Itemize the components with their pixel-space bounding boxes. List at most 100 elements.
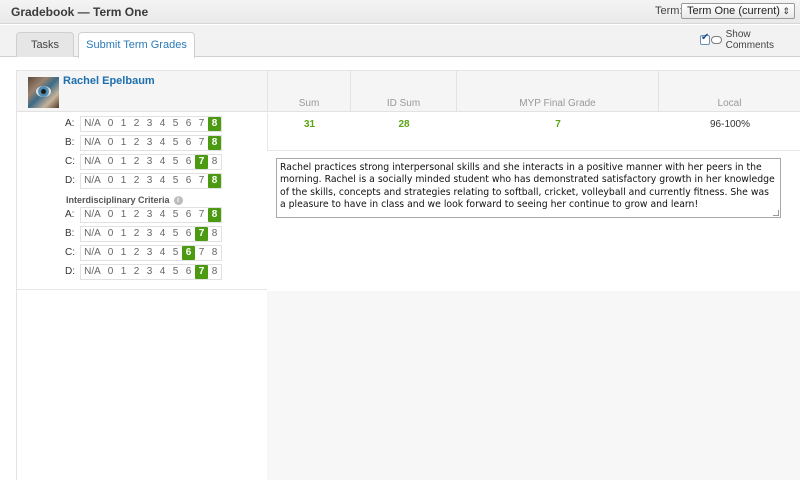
grade-option-8[interactable]: 8 [208, 136, 221, 150]
info-icon[interactable]: i [173, 195, 183, 205]
grade-option-0[interactable]: 0 [104, 136, 117, 150]
grade-option-5[interactable]: 5 [169, 246, 182, 260]
myp-final-grade-value: 7 [555, 119, 561, 130]
criterion-row: A: N/A 0 1 2 3 4 5 6 7 8 [17, 116, 267, 132]
grade-option-7[interactable]: 7 [195, 136, 208, 150]
grade-option-5[interactable]: 5 [169, 208, 182, 222]
avatar-eye-image [36, 86, 51, 97]
grade-option-7[interactable]: 7 [195, 227, 208, 241]
grade-option-na[interactable]: N/A [81, 174, 104, 188]
grade-option-0[interactable]: 0 [104, 265, 117, 279]
grade-option-1[interactable]: 1 [117, 155, 130, 169]
comment-textarea[interactable]: Rachel practices strong interpersonal sk… [276, 158, 781, 218]
term-label: Term: [655, 5, 683, 17]
grade-option-3[interactable]: 3 [143, 227, 156, 241]
grade-option-6[interactable]: 6 [182, 246, 195, 260]
grade-option-5[interactable]: 5 [169, 136, 182, 150]
grade-option-6[interactable]: 6 [182, 227, 195, 241]
grade-option-6[interactable]: 6 [182, 174, 195, 188]
grade-option-3[interactable]: 3 [143, 117, 156, 131]
grade-option-6[interactable]: 6 [182, 265, 195, 279]
grade-option-4[interactable]: 4 [156, 208, 169, 222]
grade-option-0[interactable]: 0 [104, 174, 117, 188]
grade-option-2[interactable]: 2 [130, 246, 143, 260]
show-comments-checkbox[interactable] [700, 32, 710, 45]
grade-option-5[interactable]: 5 [169, 265, 182, 279]
tab-tasks[interactable]: Tasks [16, 32, 74, 57]
grade-option-2[interactable]: 2 [130, 174, 143, 188]
grade-option-4[interactable]: 4 [156, 117, 169, 131]
grade-option-4[interactable]: 4 [156, 227, 169, 241]
grade-option-1[interactable]: 1 [117, 117, 130, 131]
grade-option-7[interactable]: 7 [195, 246, 208, 260]
criterion-row: D: N/A 0 1 2 3 4 5 6 7 8 [17, 173, 267, 189]
grade-option-0[interactable]: 0 [104, 208, 117, 222]
tab-submit-term-grades[interactable]: Submit Term Grades [78, 32, 195, 58]
grade-option-8[interactable]: 8 [208, 117, 221, 131]
grade-option-3[interactable]: 3 [143, 246, 156, 260]
grade-option-8[interactable]: 8 [208, 208, 221, 222]
student-name-link[interactable]: Rachel Epelbaum [63, 75, 155, 87]
grade-option-0[interactable]: 0 [104, 117, 117, 131]
grade-option-6[interactable]: 6 [182, 117, 195, 131]
grade-option-4[interactable]: 4 [156, 174, 169, 188]
grade-option-4[interactable]: 4 [156, 246, 169, 260]
show-comments-toggle[interactable]: Show Comments [700, 29, 800, 51]
grade-scale: N/A 0 1 2 3 4 5 6 7 8 [80, 245, 222, 261]
grade-option-5[interactable]: 5 [169, 227, 182, 241]
grade-option-2[interactable]: 2 [130, 117, 143, 131]
grade-option-7[interactable]: 7 [195, 117, 208, 131]
grade-scale: N/A 0 1 2 3 4 5 6 7 8 [80, 264, 222, 280]
grade-option-4[interactable]: 4 [156, 155, 169, 169]
grade-scale: N/A 0 1 2 3 4 5 6 7 8 [80, 116, 222, 132]
term-select[interactable]: Term One (current) ⇕ [681, 3, 795, 19]
grade-option-3[interactable]: 3 [143, 136, 156, 150]
grade-option-0[interactable]: 0 [104, 155, 117, 169]
grade-option-2[interactable]: 2 [130, 136, 143, 150]
grade-option-1[interactable]: 1 [117, 246, 130, 260]
grade-option-5[interactable]: 5 [169, 155, 182, 169]
grade-option-na[interactable]: N/A [81, 265, 104, 279]
grade-option-7[interactable]: 7 [195, 155, 208, 169]
criterion-label: C: [65, 156, 75, 167]
grade-option-0[interactable]: 0 [104, 246, 117, 260]
grade-option-8[interactable]: 8 [208, 155, 221, 169]
grade-option-3[interactable]: 3 [143, 155, 156, 169]
grade-option-6[interactable]: 6 [182, 208, 195, 222]
grade-option-8[interactable]: 8 [208, 265, 221, 279]
grade-option-2[interactable]: 2 [130, 208, 143, 222]
grade-option-3[interactable]: 3 [143, 265, 156, 279]
avatar [28, 77, 59, 108]
grade-option-0[interactable]: 0 [104, 227, 117, 241]
grade-option-na[interactable]: N/A [81, 246, 104, 260]
grade-option-6[interactable]: 6 [182, 136, 195, 150]
grade-option-7[interactable]: 7 [195, 208, 208, 222]
grade-option-1[interactable]: 1 [117, 227, 130, 241]
grade-option-4[interactable]: 4 [156, 136, 169, 150]
grade-option-8[interactable]: 8 [208, 246, 221, 260]
grade-option-7[interactable]: 7 [195, 174, 208, 188]
grade-option-2[interactable]: 2 [130, 265, 143, 279]
grade-option-8[interactable]: 8 [208, 174, 221, 188]
grade-option-1[interactable]: 1 [117, 265, 130, 279]
grade-option-4[interactable]: 4 [156, 265, 169, 279]
grade-option-2[interactable]: 2 [130, 227, 143, 241]
grade-option-na[interactable]: N/A [81, 136, 104, 150]
grade-option-na[interactable]: N/A [81, 117, 104, 131]
grade-option-na[interactable]: N/A [81, 155, 104, 169]
grade-option-7[interactable]: 7 [195, 265, 208, 279]
grade-option-1[interactable]: 1 [117, 208, 130, 222]
grade-option-na[interactable]: N/A [81, 227, 104, 241]
grade-option-1[interactable]: 1 [117, 136, 130, 150]
criterion-row: D: N/A 0 1 2 3 4 5 6 7 8 [17, 264, 267, 280]
grade-option-3[interactable]: 3 [143, 208, 156, 222]
grade-option-3[interactable]: 3 [143, 174, 156, 188]
grade-option-5[interactable]: 5 [169, 174, 182, 188]
grade-option-8[interactable]: 8 [208, 227, 221, 241]
grade-option-5[interactable]: 5 [169, 117, 182, 131]
resize-grip-icon[interactable] [773, 210, 779, 216]
grade-option-na[interactable]: N/A [81, 208, 104, 222]
grade-option-2[interactable]: 2 [130, 155, 143, 169]
grade-option-1[interactable]: 1 [117, 174, 130, 188]
grade-option-6[interactable]: 6 [182, 155, 195, 169]
